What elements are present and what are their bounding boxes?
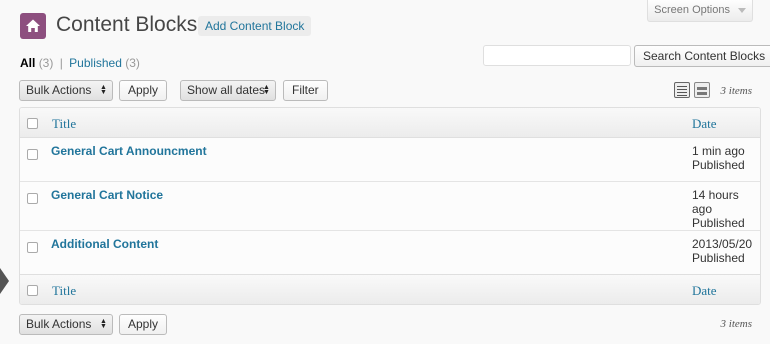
row-date-value: 14 hours ago bbox=[692, 188, 739, 216]
bulk-actions-value: Bulk Actions bbox=[26, 317, 92, 331]
search-content-blocks-button[interactable]: Search Content Blocks bbox=[634, 45, 770, 67]
row-date-value: 2013/05/20 bbox=[692, 237, 753, 251]
row-checkbox[interactable] bbox=[27, 193, 38, 204]
column-date-footer[interactable]: Date bbox=[692, 283, 717, 299]
side-pointer-arrow bbox=[0, 268, 9, 294]
column-title-header[interactable]: Title bbox=[52, 116, 76, 132]
row-title-link[interactable]: Additional Content bbox=[51, 237, 158, 251]
select-all-checkbox-footer[interactable] bbox=[27, 285, 38, 296]
select-all-checkbox[interactable] bbox=[27, 118, 38, 129]
filter-all-count: (3) bbox=[38, 56, 54, 70]
house-icon bbox=[20, 13, 46, 39]
apply-button-top[interactable]: Apply bbox=[119, 80, 168, 101]
apply-button-bottom[interactable]: Apply bbox=[119, 314, 168, 335]
row-status: Published bbox=[692, 158, 745, 172]
table-footer: Title Date bbox=[20, 274, 760, 304]
content-blocks-table: Title Date General Cart Announcment 1 mi… bbox=[19, 107, 761, 305]
items-count-top: 3 items bbox=[720, 85, 752, 97]
filter-separator: | bbox=[59, 56, 63, 70]
bulk-actions-select-top[interactable]: Bulk Actions ▲ ▼ bbox=[19, 80, 113, 101]
filter-published-count: (3) bbox=[125, 56, 140, 70]
items-count-bottom: 3 items bbox=[720, 318, 752, 330]
row-date: 1 min ago Published bbox=[692, 144, 754, 172]
table-row: General Cart Notice 14 hours ago Publish… bbox=[20, 182, 760, 231]
column-title-footer[interactable]: Title bbox=[52, 283, 76, 299]
row-title-link[interactable]: General Cart Notice bbox=[51, 188, 163, 202]
screen-options-button[interactable]: Screen Options bbox=[647, 0, 753, 22]
table-header: Title Date bbox=[20, 108, 760, 138]
row-status: Published bbox=[692, 216, 745, 230]
select-arrows-icon: ▲ ▼ bbox=[100, 318, 107, 330]
row-date-value: 1 min ago bbox=[692, 144, 745, 158]
search-input[interactable] bbox=[483, 45, 631, 66]
date-filter-select[interactable]: Show all dates ▲ ▼ bbox=[180, 80, 276, 101]
table-row: Additional Content 2013/05/20 Published bbox=[20, 231, 760, 275]
bulk-actions-value: Bulk Actions bbox=[26, 83, 92, 97]
add-content-block-button[interactable]: Add Content Block bbox=[198, 16, 312, 36]
screen-options-label: Screen Options bbox=[654, 4, 730, 16]
chevron-down-icon bbox=[738, 8, 746, 13]
row-checkbox[interactable] bbox=[27, 149, 38, 160]
row-status: Published bbox=[692, 251, 745, 265]
bulk-actions-select-bottom[interactable]: Bulk Actions ▲ ▼ bbox=[19, 314, 113, 335]
select-arrows-icon: ▲ ▼ bbox=[263, 84, 270, 96]
row-title-link[interactable]: General Cart Announcment bbox=[51, 144, 207, 158]
row-date: 2013/05/20 Published bbox=[692, 237, 754, 265]
status-filters: All (3) | Published (3) bbox=[20, 56, 140, 70]
list-view-icon[interactable] bbox=[674, 82, 690, 98]
filter-button[interactable]: Filter bbox=[283, 80, 328, 101]
filter-published[interactable]: Published bbox=[69, 56, 122, 70]
column-date-header[interactable]: Date bbox=[692, 116, 717, 132]
row-date: 14 hours ago Published bbox=[692, 188, 745, 230]
filter-all[interactable]: All bbox=[20, 56, 35, 70]
excerpt-view-icon[interactable] bbox=[694, 82, 710, 98]
page-title: Content Blocks bbox=[56, 13, 198, 36]
select-arrows-icon: ▲ ▼ bbox=[100, 84, 107, 96]
table-row: General Cart Announcment 1 min ago Publi… bbox=[20, 138, 760, 182]
date-filter-value: Show all dates bbox=[187, 83, 266, 97]
row-checkbox[interactable] bbox=[27, 242, 38, 253]
